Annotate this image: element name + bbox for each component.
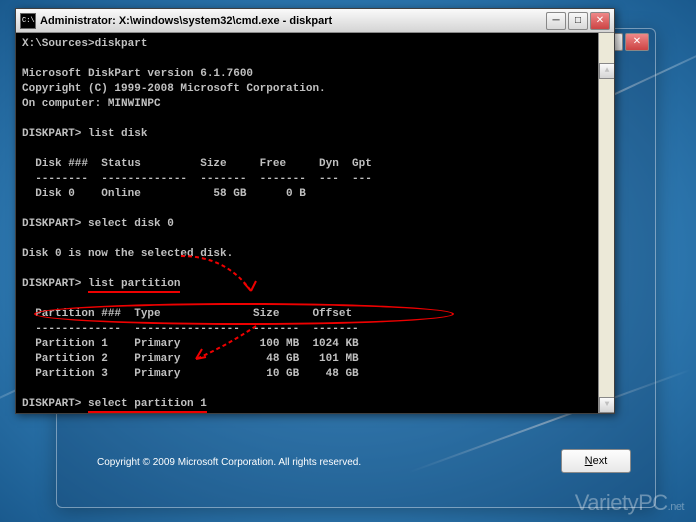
diskpart-prompt: DISKPART> (22, 128, 81, 140)
cmd-input-highlighted: list partition (88, 278, 180, 293)
table-divider: ------------- ---------------- ------- -… (22, 323, 359, 335)
cmd-title: Administrator: X:\windows\system32\cmd.e… (40, 15, 546, 27)
cmd-terminal-body[interactable]: X:\Sources>diskpart Microsoft DiskPart v… (16, 33, 614, 413)
output-line: On computer: MINWINPC (22, 98, 161, 110)
diskpart-prompt: DISKPART> (22, 218, 81, 230)
cmd-icon (20, 13, 36, 29)
cmd-input-highlighted: select partition 1 (88, 398, 207, 413)
table-row: Partition 3 Primary 10 GB 48 GB (22, 368, 359, 380)
output-line: Disk 0 is now the selected disk. (22, 248, 233, 260)
minimize-button[interactable]: ─ (546, 12, 566, 30)
installer-copyright: Copyright © 2009 Microsoft Corporation. … (97, 457, 361, 468)
next-button-label: ext (593, 455, 608, 467)
close-button[interactable]: ✕ (625, 33, 649, 51)
diskpart-prompt: DISKPART> (22, 398, 81, 410)
scroll-down-icon[interactable]: ▼ (599, 397, 614, 413)
next-button[interactable]: Next (561, 449, 631, 473)
diskpart-prompt: DISKPART> (22, 278, 81, 290)
table-divider: -------- ------------- ------- ------- -… (22, 173, 372, 185)
cmd-input: diskpart (95, 38, 148, 50)
prompt-path: X:\Sources> (22, 38, 95, 50)
table-header: Disk ### Status Size Free Dyn Gpt (22, 158, 372, 170)
cmd-window: Administrator: X:\windows\system32\cmd.e… (15, 8, 615, 414)
scroll-up-icon[interactable]: ▲ (599, 63, 614, 79)
table-row: Partition 2 Primary 48 GB 101 MB (22, 353, 359, 365)
maximize-button[interactable]: □ (568, 12, 588, 30)
table-row: Partition 1 Primary 100 MB 1024 KB (22, 338, 359, 350)
table-row: Disk 0 Online 58 GB 0 B (22, 188, 306, 200)
cmd-window-controls: ─ □ ✕ (546, 12, 610, 30)
table-header: Partition ### Type Size Offset (22, 308, 352, 320)
cmd-titlebar[interactable]: Administrator: X:\windows\system32\cmd.e… (16, 9, 614, 33)
cmd-input: select disk 0 (88, 218, 174, 230)
watermark: VarietyPC.net (575, 490, 684, 516)
close-button[interactable]: ✕ (590, 12, 610, 30)
output-line: Microsoft DiskPart version 6.1.7600 (22, 68, 253, 80)
output-line: Copyright (C) 1999-2008 Microsoft Corpor… (22, 83, 326, 95)
scrollbar[interactable]: ▲ ▼ (598, 33, 614, 413)
cmd-input: list disk (88, 128, 147, 140)
